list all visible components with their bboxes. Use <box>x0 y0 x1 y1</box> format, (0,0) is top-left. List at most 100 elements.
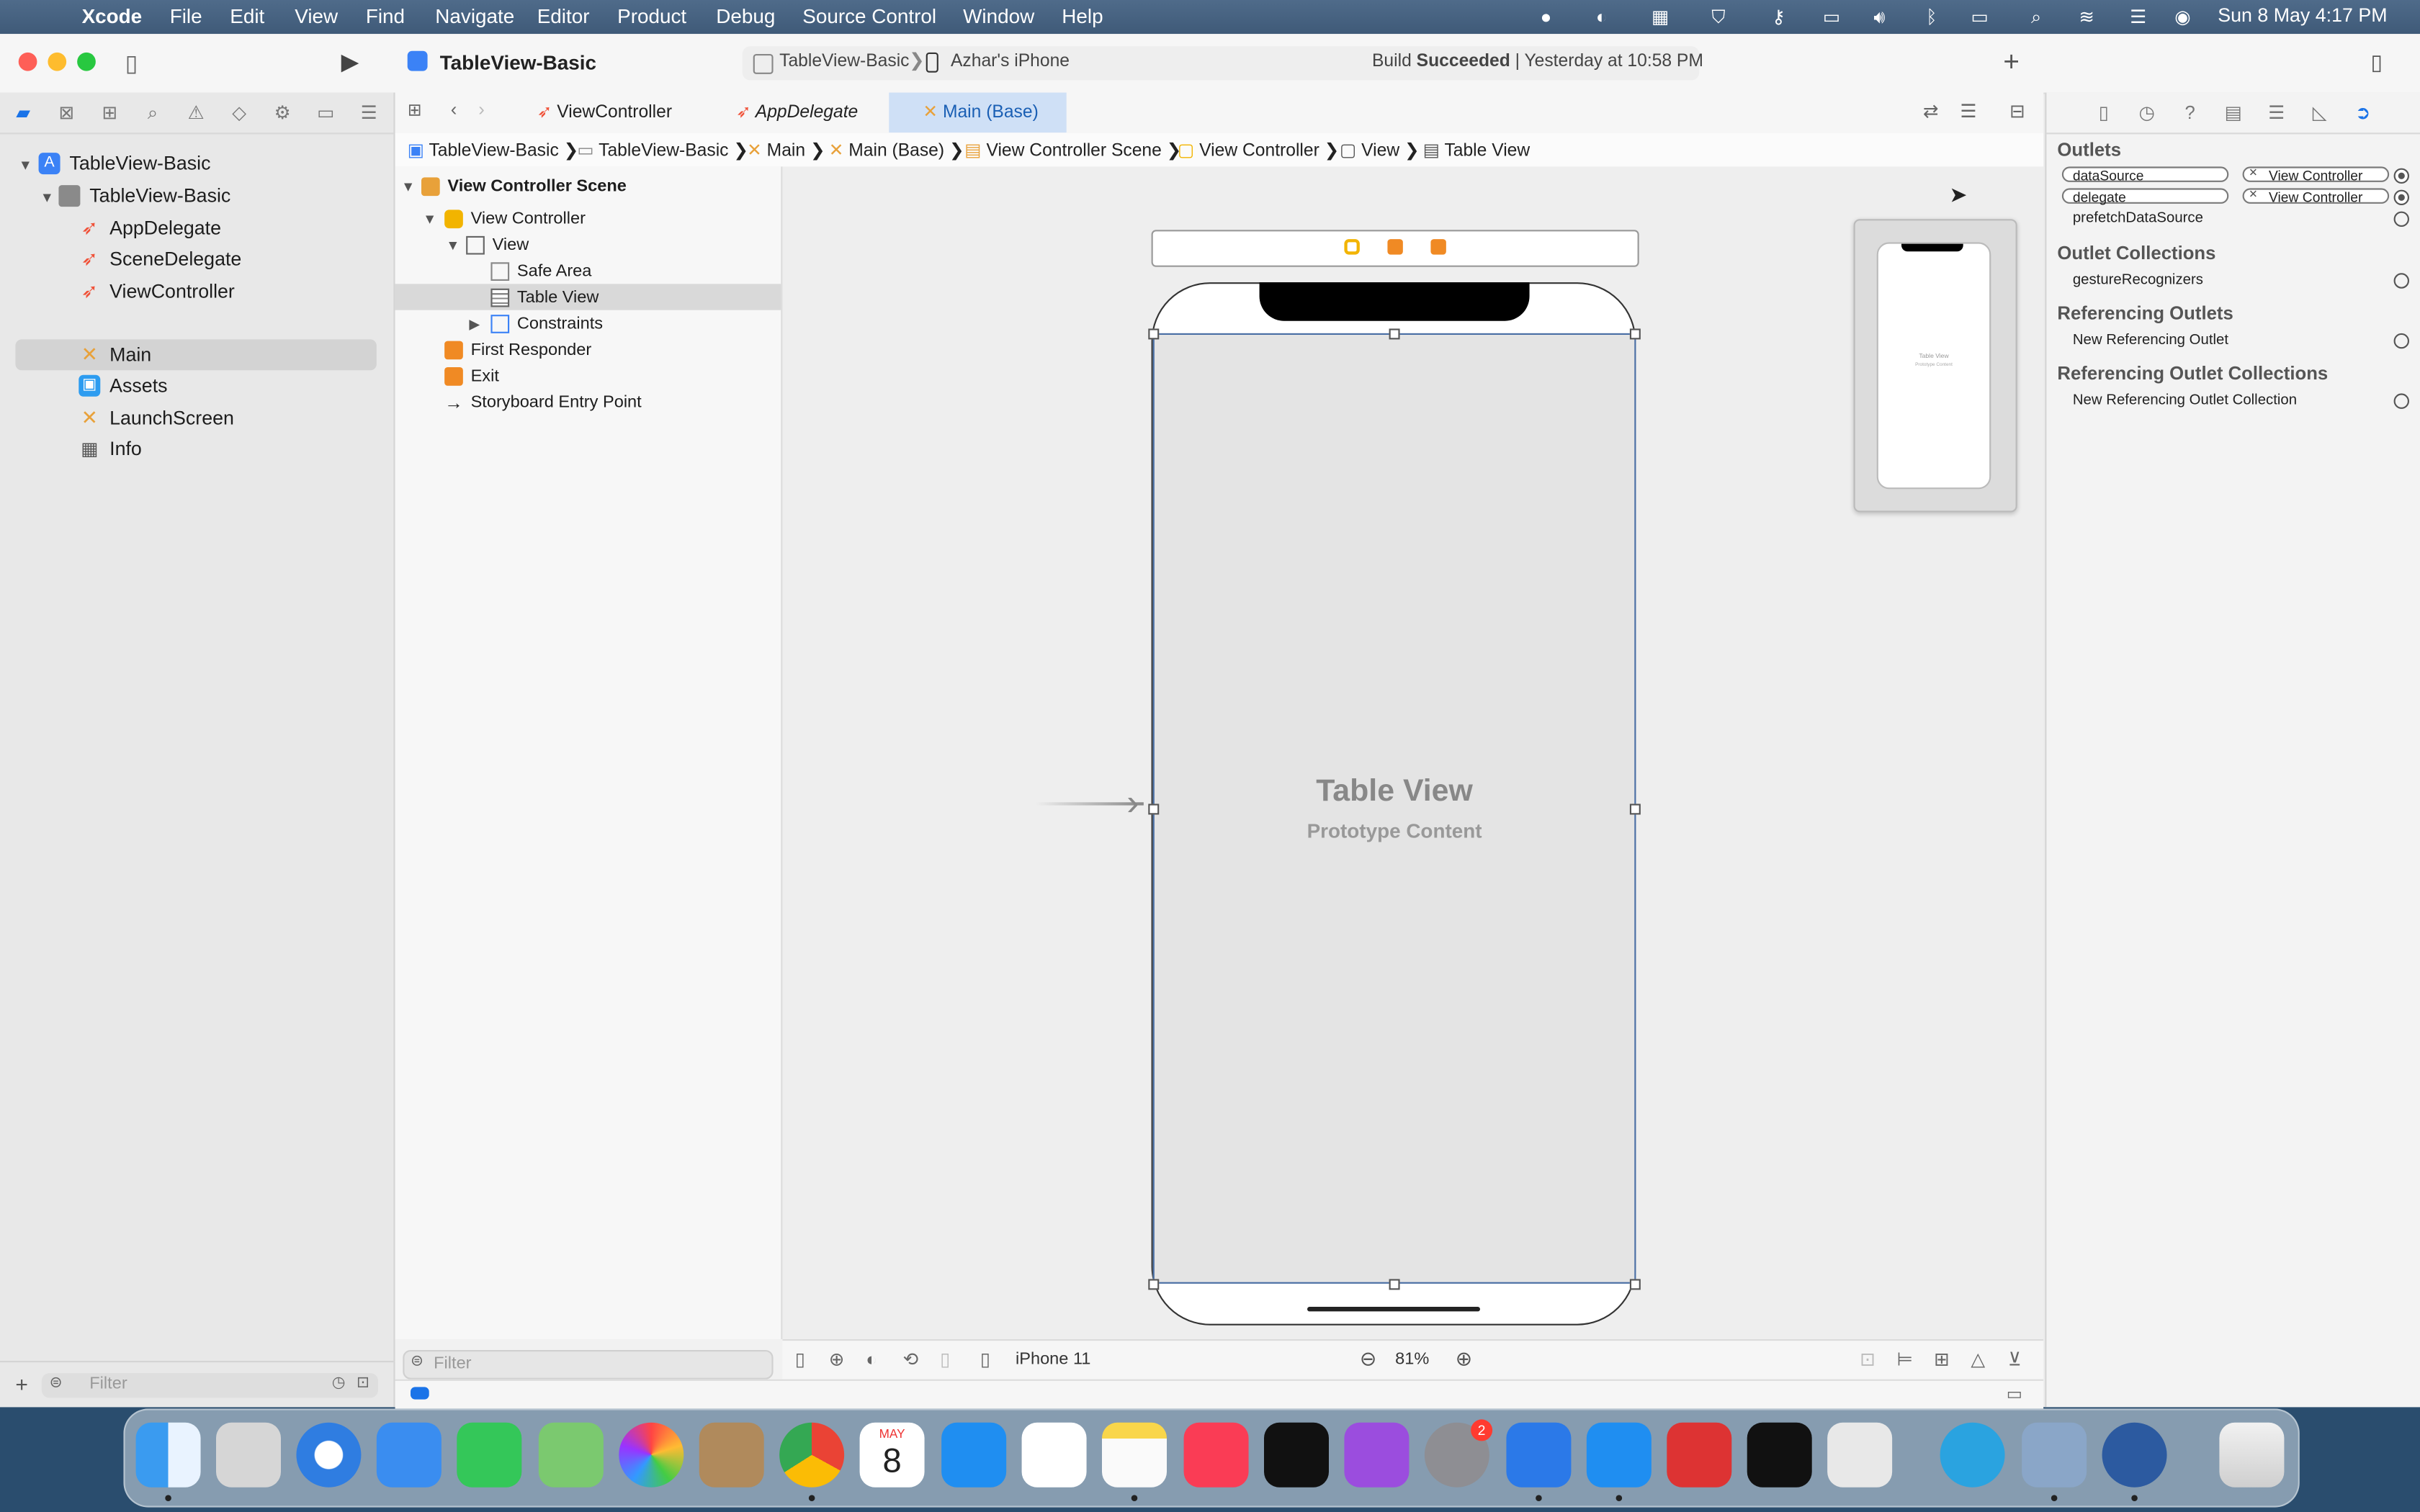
breadcrumb-table-view[interactable]: ▤ Table View <box>1423 139 1530 161</box>
breadcrumb-project[interactable]: ▣ TableView-Basic ❯ <box>408 139 579 161</box>
resize-handle[interactable] <box>1148 804 1160 815</box>
outline-constraints[interactable]: Constraints <box>490 310 603 336</box>
breadcrumb-scene[interactable]: ▤ View Controller Scene ❯ <box>964 139 1181 161</box>
accessibility-icon[interactable]: ⊕ <box>829 1349 845 1370</box>
forward-icon[interactable]: › <box>478 99 485 120</box>
maps-icon[interactable] <box>538 1422 604 1488</box>
issue-navigator-icon[interactable]: ⚠ <box>185 102 207 123</box>
identity-inspector-icon[interactable]: ▤ <box>2223 102 2244 123</box>
preview-icon[interactable] <box>2022 1422 2087 1488</box>
outlet-datasource-target[interactable]: View Controller <box>2242 166 2390 184</box>
tree-item-viewcontroller[interactable]: ➶ ViewController <box>79 276 235 307</box>
remove-connection-icon[interactable]: ✕ <box>2249 188 2258 201</box>
reminders-icon[interactable] <box>1021 1422 1087 1488</box>
resize-handle[interactable] <box>1389 328 1400 340</box>
menu-file[interactable]: File <box>170 4 202 27</box>
breakpoint-navigator-icon[interactable]: ▭ <box>315 102 336 123</box>
tree-item-group[interactable]: TableView-Basic <box>58 181 230 212</box>
test-navigator-icon[interactable]: ◇ <box>228 102 250 123</box>
siri-icon[interactable]: ◉ <box>2174 6 2190 28</box>
toggle-navigator-icon[interactable]: ▯ <box>125 50 138 77</box>
resolve-issues-icon[interactable]: △ <box>1971 1349 1985 1370</box>
align-icon[interactable]: ⊨ <box>1897 1349 1913 1370</box>
storyboard-canvas[interactable]: Table View Prototype Content › Table Vie… <box>782 166 2044 1339</box>
toggle-inspector-icon[interactable]: ▯ <box>2370 50 2383 76</box>
source-control-navigator-icon[interactable]: ⊠ <box>55 102 77 123</box>
tab-viewcontroller[interactable]: ➶ ViewController <box>537 93 672 133</box>
xcode-icon[interactable] <box>1506 1422 1572 1488</box>
tree-item-main[interactable]: ✕ Main <box>79 339 152 370</box>
add-constraints-icon[interactable]: ⊞ <box>1934 1349 1950 1370</box>
safari-icon[interactable] <box>296 1422 362 1488</box>
adjust-editor-icon[interactable]: ⇄ <box>1923 100 1939 122</box>
outline-safe-area[interactable]: Safe Area <box>490 258 591 284</box>
device-icon[interactable]: ▯ <box>980 1349 990 1370</box>
tab-main-base[interactable]: ✕ Main (Base) <box>889 92 1067 133</box>
outline-table-view[interactable]: Table View <box>490 284 599 310</box>
orientation-icon[interactable]: ⟲ <box>903 1349 919 1370</box>
find-navigator-icon[interactable]: ⌕ <box>142 102 163 125</box>
run-button[interactable]: ▶ <box>341 48 359 76</box>
device-selector[interactable]: Azhar's iPhone <box>951 53 1070 71</box>
disclosure-open-icon[interactable]: ▼ <box>401 179 415 194</box>
tree-item-appdelegate[interactable]: ➶ AppDelegate <box>79 213 221 244</box>
embed-in-icon[interactable]: ⊻ <box>2008 1349 2022 1370</box>
app-menu[interactable]: Xcode <box>82 4 143 27</box>
history-inspector-icon[interactable]: ◷ <box>2136 102 2158 123</box>
close-window-button[interactable] <box>18 52 37 71</box>
canvas-minimap[interactable]: Table View Prototype Content <box>1853 219 2017 513</box>
bluetooth-icon[interactable]: ᛒ <box>1926 6 1937 28</box>
outlet-datasource[interactable]: dataSource <box>2061 166 2229 184</box>
quick-help-icon[interactable]: ? <box>2179 102 2201 123</box>
launchpad-icon[interactable] <box>216 1422 281 1488</box>
control-center-icon[interactable]: ☰ <box>2130 6 2146 28</box>
connections-inspector-icon[interactable]: ➲ <box>2352 102 2374 123</box>
connection-circle[interactable] <box>2393 211 2409 227</box>
clock[interactable]: Sun 8 May 4:17 PM <box>2218 4 2387 26</box>
size-inspector-icon[interactable]: ◺ <box>2309 102 2331 123</box>
menu-source-control[interactable]: Source Control <box>802 4 936 27</box>
disclosure-open-icon[interactable]: ▼ <box>423 212 436 227</box>
back-icon[interactable]: ‹ <box>451 99 457 120</box>
resize-handle[interactable] <box>1629 804 1641 815</box>
disclosure-open-icon[interactable]: ▼ <box>446 238 460 253</box>
outline-view-controller[interactable]: View Controller <box>444 205 586 231</box>
source-control-filter-icon[interactable]: ⊡ <box>357 1374 369 1392</box>
status-app-icon[interactable]: ◐ <box>1596 6 1608 28</box>
menu-debug[interactable]: Debug <box>716 4 775 27</box>
attributes-inspector-icon[interactable]: ☰ <box>2266 102 2287 123</box>
display-icon[interactable]: ▭ <box>1823 6 1840 28</box>
file-inspector-icon[interactable]: ▯ <box>2093 102 2115 123</box>
resize-handle[interactable] <box>1148 328 1160 340</box>
tree-item-project[interactable]: A TableView-Basic <box>38 148 210 179</box>
report-navigator-icon[interactable]: ☰ <box>358 102 380 123</box>
add-file-button[interactable]: + <box>15 1372 28 1396</box>
breadcrumb-group[interactable]: ▭ TableView-Basic ❯ <box>577 139 748 161</box>
recent-files-icon[interactable]: ◷ <box>332 1374 346 1392</box>
vpn-shield-icon[interactable] <box>1667 1422 1732 1488</box>
exit-icon[interactable] <box>1430 239 1446 255</box>
breadcrumb-view-controller[interactable]: ▢ View Controller ❯ <box>1178 139 1339 161</box>
connection-circle[interactable] <box>2393 189 2409 205</box>
mail-icon[interactable] <box>376 1422 442 1488</box>
trash-icon[interactable] <box>2219 1422 2285 1488</box>
zoom-level[interactable]: 81% <box>1395 1350 1429 1369</box>
finder-icon[interactable] <box>135 1422 201 1488</box>
quicktime-icon[interactable] <box>2102 1422 2167 1488</box>
filter-options-icon[interactable]: ⊜ <box>50 1374 63 1392</box>
tree-item-assets[interactable]: ▣ Assets <box>79 370 168 401</box>
menu-editor[interactable]: Editor <box>537 4 590 27</box>
connection-circle[interactable] <box>2393 333 2409 349</box>
shield-icon[interactable]: ⛉ <box>1711 6 1725 30</box>
interface-style-icon[interactable]: ▯ <box>940 1349 950 1370</box>
contacts-icon[interactable] <box>699 1422 764 1488</box>
podcasts-icon[interactable] <box>1344 1422 1410 1488</box>
disclosure-open-icon[interactable]: ▼ <box>40 190 54 205</box>
volume-icon[interactable]: 🔊︎ <box>1873 6 1885 30</box>
text-edit-icon[interactable] <box>1827 1422 1893 1488</box>
related-items-icon[interactable]: ⊞ <box>408 100 422 120</box>
connection-circle[interactable] <box>2393 273 2409 289</box>
outline-view[interactable]: View <box>466 231 529 257</box>
battery-icon[interactable]: ▭ <box>1971 6 1988 28</box>
split-editor-icon[interactable]: ⊟ <box>2009 100 2025 122</box>
